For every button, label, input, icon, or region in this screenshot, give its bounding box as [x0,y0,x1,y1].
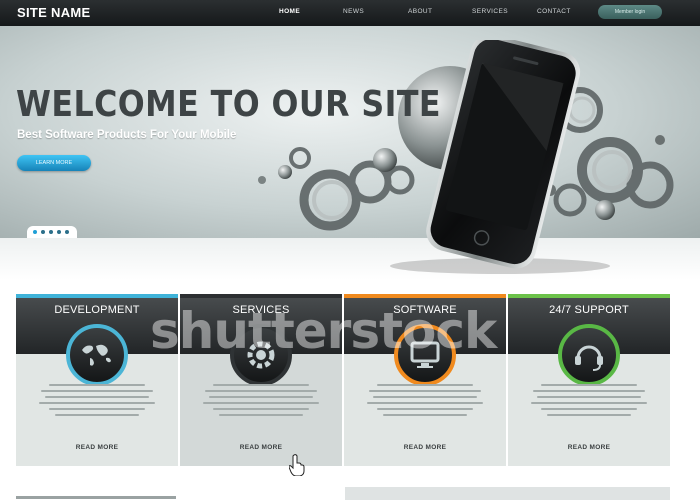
panel-body-text [32,384,162,420]
footer-heading-line [16,496,176,499]
hand-cursor-icon [289,454,305,476]
panel-accent-stripe [180,294,342,298]
main-nav: HOME NEWS ABOUT SERVICES CONTACT [0,0,700,26]
slide-dot[interactable] [57,230,61,234]
panel-body-text [196,384,326,420]
panel-body-text [360,384,490,420]
hero-subtitle: Best Software Products For Your Mobile [17,129,237,141]
slide-pager [27,226,77,238]
panel-accent-stripe [344,294,506,298]
read-more-link[interactable]: READ MORE [16,444,178,451]
watermark: shutterstock [150,302,497,360]
slide-dot[interactable] [41,230,45,234]
hero-phone-illustration [258,40,674,274]
panel-accent-stripe [508,294,670,298]
nav-news[interactable]: NEWS [343,8,364,15]
panel-title: 24/7 SUPPORT [549,304,629,316]
headset-icon [558,324,620,386]
read-more-link[interactable]: READ MORE [344,444,506,451]
hero-title: WELCOME TO OUR SITE [16,84,442,125]
top-navigation-bar: SITE NAME HOME NEWS ABOUT SERVICES CONTA… [0,0,700,26]
slide-dot[interactable] [49,230,53,234]
slide-dot[interactable] [65,230,69,234]
footer-box [345,487,670,500]
member-login-button[interactable]: Member login [598,5,662,19]
panel-body-text [524,384,654,420]
nav-services[interactable]: SERVICES [472,8,508,15]
nav-home[interactable]: HOME [279,8,300,15]
world-map-icon [66,324,128,386]
panel-accent-stripe [16,294,178,298]
nav-contact[interactable]: CONTACT [537,8,571,15]
slide-dot[interactable] [33,230,37,234]
panel-support: 24/7 SUPPORT READ MORE [508,294,670,466]
learn-more-button[interactable]: LEARN MORE [17,155,91,171]
nav-about[interactable]: ABOUT [408,8,432,15]
read-more-link[interactable]: READ MORE [180,444,342,451]
read-more-link[interactable]: READ MORE [508,444,670,451]
